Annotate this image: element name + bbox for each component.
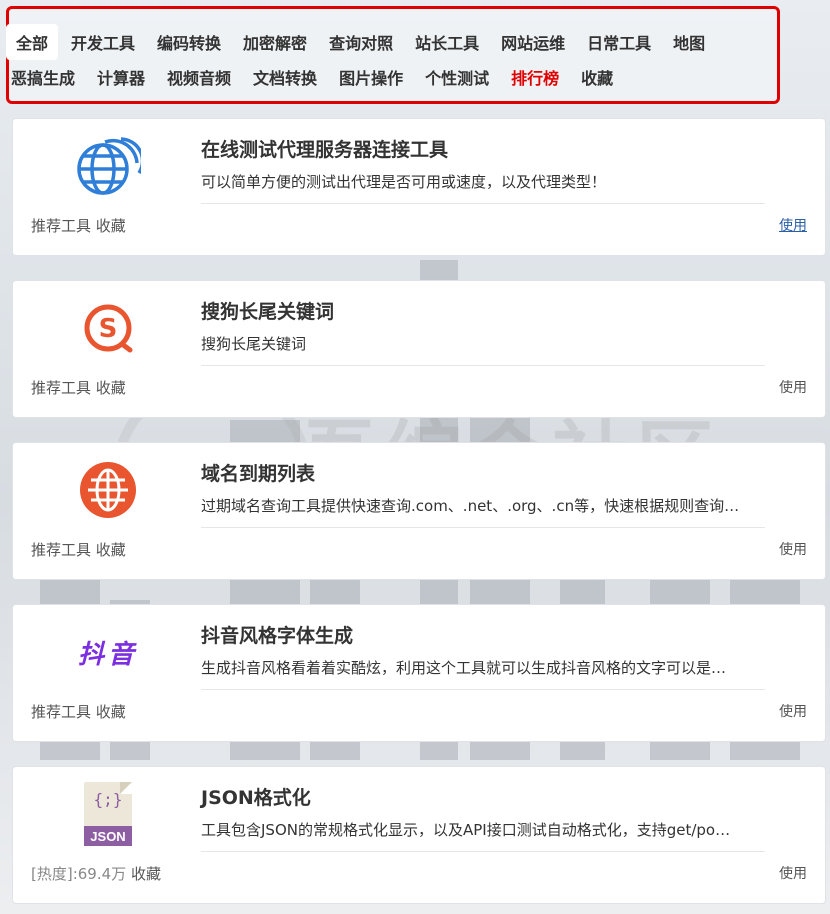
category-calculator[interactable]: 计算器 [90, 59, 152, 95]
use-button[interactable]: 使用 [779, 701, 807, 721]
tool-description: 工具包含JSON的常规格式化显示，以及API接口测试自动格式化，支持get/po… [201, 821, 731, 839]
divider [201, 365, 765, 366]
use-button[interactable]: 使用 [779, 539, 807, 559]
globe-blue-icon [75, 133, 141, 199]
tool-footer: [热度]:69.4万 收藏 [31, 863, 161, 884]
category-favorites[interactable]: 收藏 [574, 59, 620, 95]
json-file-icon: {;} JSON [75, 781, 141, 847]
category-encryption[interactable]: 加密解密 [236, 24, 314, 60]
category-webmaster[interactable]: 站长工具 [408, 24, 486, 60]
json-icon-label: JSON [90, 829, 126, 844]
use-button[interactable]: 使用 [779, 377, 807, 397]
category-all[interactable]: 全部 [6, 24, 59, 60]
category-ranking[interactable]: 排行榜 [504, 59, 566, 95]
tool-title[interactable]: JSON格式化 [201, 783, 311, 810]
category-media[interactable]: 视频音频 [160, 59, 238, 95]
category-row-2: 恶搞生成 计算器 视频音频 文档转换 图片操作 个性测试 排行榜 收藏 [4, 59, 628, 95]
divider [201, 203, 765, 204]
divider [201, 851, 765, 852]
heat-counter: [热度]:69.4万 [31, 865, 127, 883]
category-dev-tools[interactable]: 开发工具 [64, 24, 142, 60]
tool-card: 在线测试代理服务器连接工具 可以简单方便的测试出代理是否可用或速度，以及代理类型… [12, 118, 826, 256]
globe-orange-icon [75, 457, 141, 523]
category-map[interactable]: 地图 [666, 24, 712, 60]
category-lookup[interactable]: 查询对照 [322, 24, 400, 60]
tool-title[interactable]: 抖音风格字体生成 [201, 621, 353, 648]
category-row-1: 全部 开发工具 编码转换 加密解密 查询对照 站长工具 网站运维 日常工具 地图 [6, 24, 720, 60]
tool-card: 域名到期列表 过期域名查询工具提供快速查询.com、.net、.org、.cn等… [12, 442, 826, 580]
tool-description: 搜狗长尾关键词 [201, 335, 307, 353]
tool-footer[interactable]: 推荐工具 收藏 [31, 701, 126, 722]
tool-footer[interactable]: 推荐工具 收藏 [31, 539, 126, 560]
tool-description: 过期域名查询工具提供快速查询.com、.net、.org、.cn等，快速根据规则… [201, 497, 740, 515]
tool-footer[interactable]: 推荐工具 收藏 [31, 377, 126, 398]
use-button[interactable]: 使用 [779, 215, 807, 235]
douyin-text-icon: 抖音 [75, 619, 141, 685]
tool-card: 抖音 抖音风格字体生成 生成抖音风格看着着实酷炫，利用这个工具就可以生成抖音风格… [12, 604, 826, 742]
category-ops[interactable]: 网站运维 [494, 24, 572, 60]
tool-title[interactable]: 在线测试代理服务器连接工具 [201, 135, 448, 162]
use-button[interactable]: 使用 [779, 863, 807, 883]
category-doc-convert[interactable]: 文档转换 [246, 59, 324, 95]
tool-description: 可以简单方便的测试出代理是否可用或速度，以及代理类型！ [201, 173, 607, 191]
tool-card: {;} JSON JSON格式化 工具包含JSON的常规格式化显示，以及API接… [12, 766, 826, 904]
sogou-logo-icon: S [75, 295, 141, 361]
tool-footer[interactable]: 推荐工具 收藏 [31, 215, 126, 236]
category-image[interactable]: 图片操作 [332, 59, 410, 95]
favorite-link[interactable]: 收藏 [131, 865, 161, 883]
divider [201, 527, 765, 528]
svg-text:S: S [99, 314, 118, 344]
category-personality[interactable]: 个性测试 [418, 59, 496, 95]
divider [201, 689, 765, 690]
category-prank[interactable]: 恶搞生成 [4, 59, 82, 95]
tool-title[interactable]: 域名到期列表 [201, 459, 315, 486]
tool-title[interactable]: 搜狗长尾关键词 [201, 297, 334, 324]
douyin-icon-text: 抖音 [77, 639, 138, 670]
tool-card: S 搜狗长尾关键词 搜狗长尾关键词 推荐工具 收藏 使用 [12, 280, 826, 418]
category-encoding[interactable]: 编码转换 [150, 24, 228, 60]
tool-description: 生成抖音风格看着着实酷炫，利用这个工具就可以生成抖音风格的文字可以是… [201, 659, 727, 677]
category-daily[interactable]: 日常工具 [580, 24, 658, 60]
